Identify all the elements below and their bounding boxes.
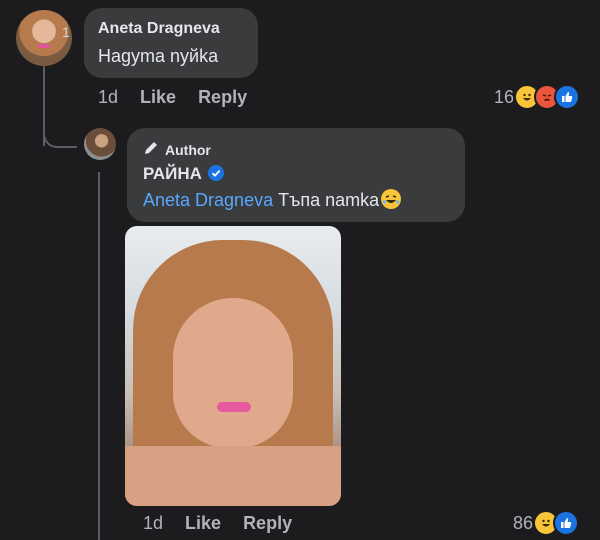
- like-reaction-icon: [554, 84, 581, 110]
- reply-photo[interactable]: [125, 226, 341, 506]
- reply-text: Тъпа namka: [278, 190, 380, 210]
- reply-reactions[interactable]: 86: [513, 510, 580, 536]
- rolling-laughing-emoji-icon: [381, 189, 402, 210]
- like-button[interactable]: Like: [140, 87, 176, 108]
- reply-actions: 1d Like Reply: [143, 513, 314, 534]
- reply-avatar[interactable]: [84, 128, 116, 160]
- reply-author[interactable]: РАЙНА: [143, 164, 202, 183]
- photo-shoulders: [125, 446, 341, 506]
- reaction-count: 16: [494, 86, 515, 107]
- reply-bubble: Author РАЙНА Aneta Dragneva Тъпа namka: [127, 128, 465, 222]
- verified-icon: [207, 164, 224, 181]
- author-badge: Author: [143, 140, 211, 159]
- author-badge-label: Author: [165, 141, 211, 158]
- mention-link[interactable]: Aneta Dragneva: [143, 190, 273, 210]
- comment-actions: 1d Like Reply: [98, 87, 269, 108]
- reply-reply-button[interactable]: Reply: [243, 513, 292, 534]
- pencil-icon: [143, 140, 159, 159]
- reply-thread-line: [98, 172, 100, 540]
- reply-reaction-count: 86: [513, 512, 534, 533]
- comment-bubble: Aneta Dragneva Нagyma nyйka: [84, 8, 258, 78]
- avatar-badge: 1: [62, 24, 70, 40]
- reply-like-button[interactable]: Like: [185, 513, 221, 534]
- comment-text: Нagyma nyйka: [98, 46, 219, 66]
- like-reaction-icon: [553, 510, 580, 536]
- reply-author-row: РАЙНА: [143, 164, 224, 184]
- comment-time[interactable]: 1d: [98, 87, 118, 108]
- reply-button[interactable]: Reply: [198, 87, 247, 108]
- photo-lips: [217, 402, 251, 412]
- reply-text-row: Aneta Dragneva Тъпа namka: [143, 189, 402, 211]
- comment-reactions[interactable]: 16: [494, 84, 581, 110]
- photo-face: [173, 298, 293, 448]
- comment-author[interactable]: Aneta Dragneva: [98, 20, 220, 38]
- reply-connector: [43, 116, 77, 148]
- reply-time[interactable]: 1d: [143, 513, 163, 534]
